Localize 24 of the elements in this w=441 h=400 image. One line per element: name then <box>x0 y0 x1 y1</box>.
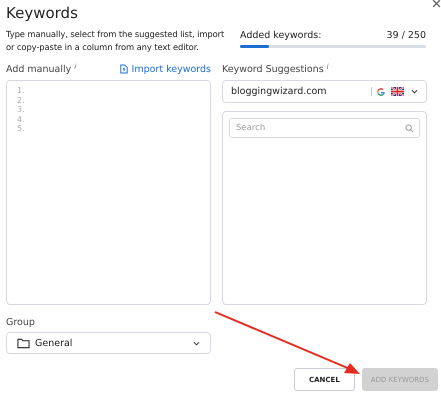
line-number: 1. <box>17 86 25 96</box>
field-label: Keyword Suggestions <box>222 64 324 74</box>
line-number: 3. <box>17 105 25 114</box>
domain-select[interactable]: bloggingwizard.com <box>222 80 427 103</box>
description-text: Type manually, select from the suggested list, import or copy-paste in a column from any text editor. <box>6 28 226 54</box>
counter-value: 39 / 250 <box>386 30 426 41</box>
flag-icon <box>391 87 404 96</box>
folder-icon <box>17 338 30 348</box>
file-upload-icon[interactable] <box>120 64 128 74</box>
import-keywords-link[interactable]: Import keywords <box>132 64 211 74</box>
chevron-down-icon <box>193 340 200 346</box>
close-icon[interactable] <box>432 0 441 8</box>
line-number: 5. <box>17 124 25 134</box>
group-select[interactable]: General <box>6 332 211 354</box>
search-icon <box>405 124 414 133</box>
dialog-title: Keywords <box>6 4 79 22</box>
line-number: 2. <box>17 96 25 105</box>
line-number: 4. <box>17 114 25 124</box>
search-field[interactable]: Search <box>229 118 420 138</box>
field-label: Group <box>6 317 36 328</box>
chevron-down-icon <box>411 89 418 94</box>
field-label: Add manually <box>6 64 72 74</box>
counter-label: Added keywords: <box>240 30 322 41</box>
google-icon <box>376 86 386 96</box>
